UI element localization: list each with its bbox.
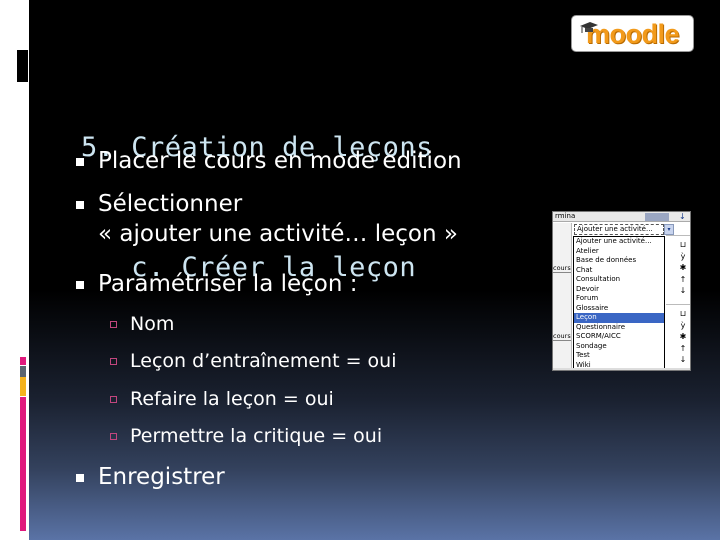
- hollow-square-bullet-icon: [110, 358, 117, 365]
- hollow-square-bullet-icon: [110, 321, 117, 328]
- dropdown-option[interactable]: Forum: [574, 294, 664, 304]
- add-activity-select[interactable]: Ajouter une activité...: [574, 224, 664, 235]
- graduation-cap-icon: [580, 22, 598, 33]
- eye-icon[interactable]: ✱: [675, 331, 690, 343]
- dropdown-option[interactable]: Chat: [574, 266, 664, 276]
- down-arrow-icon: ↓: [679, 212, 686, 221]
- bullet-text-block: Sélectionner « ajouter une activité… leç…: [98, 189, 458, 249]
- bullet-text-line2: « ajouter une activité… leçon »: [98, 221, 458, 247]
- screenshot-bottom-edge: [553, 368, 690, 370]
- topbar-text: rmina: [555, 212, 576, 220]
- moodle-logo: moodle: [571, 15, 694, 52]
- bullet-item: Sélectionner « ajouter une activité… leç…: [76, 189, 458, 249]
- sub-bullet-item: Leçon d’entraînement = oui: [110, 348, 396, 374]
- select-chevron-down-icon[interactable]: ▾: [664, 224, 674, 235]
- dropdown-option[interactable]: Consultation: [574, 275, 664, 285]
- divider: [666, 304, 690, 305]
- accent-bar-gray: [20, 366, 26, 377]
- down-arrow-icon[interactable]: ↓: [675, 285, 690, 297]
- topbar-buttons: [645, 213, 669, 221]
- accent-bar-pink: [20, 397, 26, 531]
- dropdown-option[interactable]: Sondage: [574, 342, 664, 352]
- dropdown-option[interactable]: Ajouter une activité...: [574, 237, 664, 247]
- dropdown-option[interactable]: Questionnaire: [574, 323, 664, 333]
- edit-icon[interactable]: ⊔: [675, 239, 690, 251]
- dropdown-option[interactable]: Leçon: [574, 313, 664, 323]
- bullet-text: Paramétriser la leçon :: [98, 271, 358, 297]
- bullet-text: Enregistrer: [98, 464, 225, 490]
- logo-text: moodle: [585, 18, 680, 49]
- hollow-square-bullet-icon: [110, 433, 117, 440]
- cours-label: cours: [553, 264, 571, 273]
- decorative-black-block: [17, 50, 28, 82]
- bullet-item: Paramétriser la leçon :: [76, 269, 358, 299]
- dropdown-option[interactable]: Test: [574, 351, 664, 361]
- screenshot-left-column: cours cours: [553, 223, 572, 370]
- hollow-square-bullet-icon: [110, 396, 117, 403]
- sub-bullet-item: Refaire la leçon = oui: [110, 386, 334, 412]
- cours-label: cours: [553, 332, 571, 341]
- sub-bullet-item: Permettre la critique = oui: [110, 423, 382, 449]
- accent-bar-pink-top: [20, 357, 26, 365]
- square-bullet-icon: [76, 474, 84, 482]
- sub-bullet-item: Nom: [110, 311, 174, 337]
- slide: 5. Création de leçons c. Créer la leçon …: [29, 0, 720, 540]
- dropdown-option[interactable]: Base de données: [574, 256, 664, 266]
- sub-bullet-text: Leçon d’entraînement = oui: [130, 350, 397, 372]
- dropdown-option[interactable]: Glossaire: [574, 304, 664, 314]
- bullet-text: Sélectionner: [98, 191, 243, 217]
- sub-bullet-text: Permettre la critique = oui: [130, 425, 383, 447]
- activity-dropdown-list[interactable]: Ajouter une activité... Atelier Base de do…: [573, 236, 665, 370]
- sub-bullet-text: Refaire la leçon = oui: [130, 388, 334, 410]
- edit-icon[interactable]: ⊔: [675, 308, 690, 320]
- screenshot-topbar: rmina ↓: [553, 212, 690, 222]
- row-icons: ⊔ ỳ ✱ ↑ ↓: [675, 308, 690, 366]
- bullet-text: Placer le cours en mode édition: [98, 148, 462, 174]
- square-bullet-icon: [76, 281, 84, 289]
- dropdown-option[interactable]: Atelier: [574, 247, 664, 257]
- dropdown-option[interactable]: Devoir: [574, 285, 664, 295]
- hide-icon[interactable]: ỳ: [675, 320, 690, 332]
- dropdown-option[interactable]: SCORM/AICC: [574, 332, 664, 342]
- bullet-item: Enregistrer: [76, 462, 225, 492]
- sub-bullet-text: Nom: [130, 313, 175, 335]
- accent-bar-orange: [20, 377, 26, 396]
- up-arrow-icon[interactable]: ↑: [675, 274, 690, 286]
- divider: [666, 235, 690, 236]
- eye-icon[interactable]: ✱: [675, 262, 690, 274]
- down-arrow-icon[interactable]: ↓: [675, 354, 690, 366]
- moodle-activity-dropdown-screenshot: rmina ↓ cours cours Ajouter une activité…: [552, 211, 691, 371]
- bullet-item: Placer le cours en mode édition: [76, 146, 462, 176]
- row-icons: ⊔ ỳ ✱ ↑ ↓: [675, 239, 690, 297]
- square-bullet-icon: [76, 201, 84, 209]
- square-bullet-icon: [76, 158, 84, 166]
- hide-icon[interactable]: ỳ: [675, 251, 690, 263]
- up-arrow-icon[interactable]: ↑: [675, 343, 690, 355]
